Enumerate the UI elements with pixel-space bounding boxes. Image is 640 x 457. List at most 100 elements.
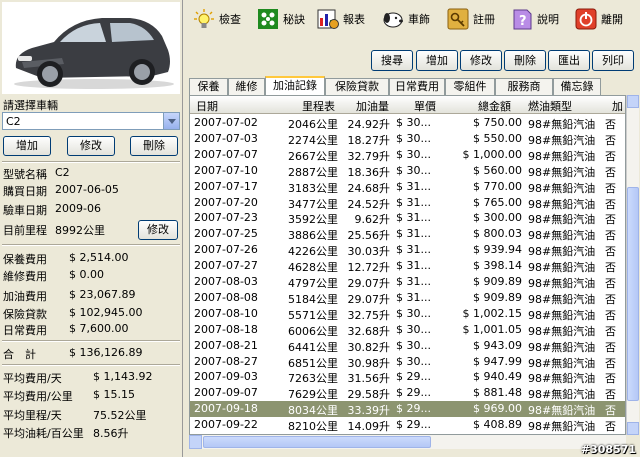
toolbar-tips-button[interactable]: 秘訣 (257, 5, 305, 33)
model-label: 型號名稱 (3, 168, 47, 181)
tab-memo[interactable]: 備忘錄 (553, 78, 601, 95)
toolbar-help-button[interactable]: ? 說明 (511, 5, 559, 33)
scroll-up-icon[interactable] (627, 95, 639, 108)
toolbar-label: 離開 (601, 13, 623, 26)
cell-fuel-type: 98#無鉛汽油 (528, 340, 596, 354)
table-row[interactable]: 2007-09-18 8034公里 33.39升 $ 29... $ 969.00 98#… (190, 401, 625, 417)
car-select-value: C2 (6, 115, 21, 128)
table-row[interactable]: 2007-07-20 3477公里 24.52升 $ 31... $ 765.00 98#… (190, 195, 625, 211)
toolbar-exit-button[interactable]: 離開 (575, 5, 623, 33)
col-fuel-amount-header[interactable]: 加油量 (356, 98, 389, 114)
table-row[interactable]: 2007-08-03 4797公里 29.07升 $ 31... $ 909.89 98#… (190, 274, 625, 290)
scroll-thumb[interactable] (203, 436, 431, 448)
cell-date: 2007-08-03 (194, 275, 258, 288)
table-row[interactable]: 2007-09-03 7263公里 31.56升 $ 29... $ 940.49 98#… (190, 369, 625, 386)
tab-parts[interactable]: 零組件 (445, 78, 495, 95)
table-row[interactable]: 2007-09-07 7629公里 29.58升 $ 29... $ 881.48 98#… (190, 385, 625, 401)
chevron-down-icon[interactable] (163, 113, 179, 129)
table-row[interactable]: 2007-07-26 4226公里 30.03升 $ 31... $ 939.94 98#… (190, 242, 625, 258)
cell-fuel-type: 98#無鉛汽油 (528, 308, 596, 322)
cell-odometer: 8210公里 (288, 420, 338, 434)
col-odometer-header[interactable]: 里程表 (302, 98, 335, 114)
col-total-header[interactable]: 總金額 (478, 98, 511, 114)
toolbar-decor-button[interactable]: 車飾 (382, 5, 430, 33)
cost-value: $ 2,514.00 (69, 251, 129, 264)
add-car-button[interactable]: 增加 (3, 136, 51, 156)
table-row[interactable]: 2007-09-22 8210公里 14.09升 $ 29... $ 408.89 98#… (190, 417, 625, 434)
table-row[interactable]: 2007-07-23 3592公里 9.62升 $ 31... $ 300.00 98#無… (190, 210, 625, 227)
cell-unit-price: $ 29... (396, 370, 431, 384)
delete-car-button[interactable]: 刪除 (130, 136, 178, 156)
cell-extra: 否 (605, 324, 616, 338)
table-row[interactable]: 2007-07-10 2887公里 18.36升 $ 30... $ 560.00 98#… (190, 163, 625, 179)
cell-fuel-amount: 24.92升 (347, 118, 391, 131)
cell-extra: 否 (605, 277, 616, 290)
toolbar-register-button[interactable]: 註冊 (447, 5, 495, 33)
tab-maintenance[interactable]: 保養 (189, 78, 228, 95)
col-date-header[interactable]: 日期 (196, 98, 218, 114)
tab-insurance-loan[interactable]: 保險貸款 (325, 78, 389, 95)
delete-record-button[interactable]: 刪除 (504, 50, 546, 71)
cell-odometer: 3592公里 (288, 213, 338, 227)
cell-date: 2007-09-22 (194, 418, 258, 432)
table-row[interactable]: 2007-07-07 2667公里 32.79升 $ 30... $ 1,000.00 9… (190, 147, 625, 163)
average-value: 8.56升 (93, 427, 129, 440)
svg-text:?: ? (519, 14, 527, 29)
cell-extra: 否 (605, 165, 616, 179)
cell-odometer: 3477公里 (288, 197, 338, 211)
cell-total: $ 1,002.15 (462, 306, 522, 320)
table-row[interactable]: 2007-08-08 5184公里 29.07升 $ 31... $ 909.89 98#… (190, 290, 625, 306)
table-row[interactable]: 2007-08-27 6851公里 30.98升 $ 30... $ 947.99 98#… (190, 354, 625, 370)
cell-extra: 否 (605, 356, 616, 370)
table-row[interactable]: 2007-08-18 6006公里 32.68升 $ 30... $ 1,001.05 9… (190, 322, 625, 338)
vertical-scrollbar[interactable] (626, 95, 639, 435)
scroll-left-icon[interactable] (189, 435, 202, 449)
watermark: #308571 (580, 443, 636, 456)
table-row[interactable]: 2007-07-02 2046公里 24.92升 $ 30... $ 750.00 98#… (190, 115, 625, 131)
add-record-button[interactable]: 增加 (416, 50, 458, 71)
cell-odometer: 7263公里 (288, 372, 338, 386)
cell-extra: 否 (605, 118, 616, 131)
table-row[interactable]: 2007-07-17 3183公里 24.68升 $ 31... $ 770.00 98#… (190, 179, 625, 195)
edit-record-button[interactable]: 修改 (460, 50, 502, 71)
table-row[interactable]: 2007-07-27 4628公里 12.72升 $ 31... $ 398.14 98#… (190, 258, 625, 274)
cell-unit-price: $ 31... (396, 259, 431, 273)
cell-odometer: 2274公里 (288, 133, 338, 147)
cell-date: 2007-08-27 (194, 354, 258, 368)
cell-unit-price: $ 31... (396, 195, 431, 209)
tab-fuel-record[interactable]: 加油記錄 (265, 76, 325, 95)
table-row[interactable]: 2007-08-10 5571公里 32.75升 $ 30... $ 1,002.15 9… (190, 306, 625, 322)
tab-service-provider[interactable]: 服務商 (495, 78, 553, 95)
table-row[interactable]: 2007-07-03 2274公里 18.27升 $ 30... $ 550.00 98#… (190, 131, 625, 147)
table-row[interactable]: 2007-07-25 3886公里 25.56升 $ 31... $ 800.03 98#… (190, 226, 625, 242)
toolbar-check-button[interactable]: 檢查 (193, 5, 241, 33)
cell-total: $ 969.00 (473, 402, 522, 416)
col-extra-header[interactable]: 加 (612, 98, 623, 114)
col-unit-price-header[interactable]: 單價 (414, 98, 436, 114)
horizontal-scrollbar[interactable] (189, 435, 626, 449)
toolbar-report-button[interactable]: 報表 (317, 5, 365, 33)
purchase-label: 購買日期 (3, 185, 47, 198)
cell-fuel-amount: 29.07升 (347, 292, 391, 306)
edit-mileage-button[interactable]: 修改 (138, 220, 178, 240)
edit-car-button[interactable]: 修改 (67, 136, 115, 156)
average-value: 75.52公里 (93, 409, 147, 422)
scroll-down-icon[interactable] (627, 422, 639, 435)
tab-daily-expense[interactable]: 日常費用 (389, 78, 445, 95)
cost-label: 保養費用 (3, 253, 47, 266)
print-button[interactable]: 列印 (592, 50, 634, 71)
cell-fuel-amount: 18.27升 (347, 133, 391, 147)
tab-repair[interactable]: 維修 (228, 78, 265, 95)
table-row[interactable]: 2007-08-21 6441公里 30.82升 $ 30... $ 943.09 98#… (190, 338, 625, 354)
car-select[interactable]: C2 (2, 112, 180, 130)
cell-total: $ 398.14 (473, 259, 522, 273)
cell-fuel-amount: 30.82升 (347, 340, 391, 354)
cell-unit-price: $ 30... (396, 147, 431, 161)
left-panel: 請選擇車輛 C2 增加 修改 刪除 型號名稱 C2 購買日期 2007-06-0… (0, 0, 183, 457)
scroll-thumb[interactable] (627, 187, 639, 401)
col-fuel-type-header[interactable]: 燃油類型 (528, 98, 572, 114)
export-button[interactable]: 匯出 (548, 50, 590, 71)
cell-fuel-type: 98#無鉛汽油 (528, 133, 596, 147)
search-button[interactable]: 搜尋 (371, 50, 413, 71)
cell-extra: 否 (605, 372, 616, 386)
